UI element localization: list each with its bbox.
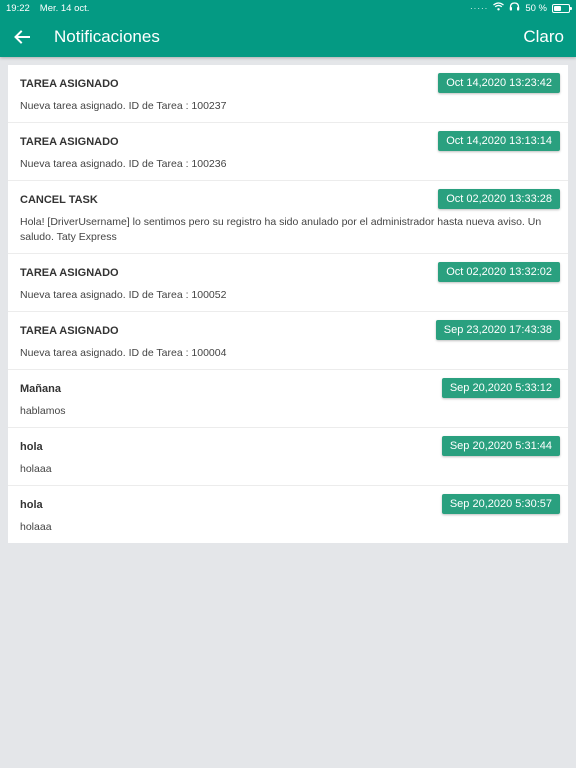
arrow-left-icon bbox=[14, 29, 30, 44]
notification-date-badge: Sep 23,2020 17:43:38 bbox=[435, 320, 560, 340]
notification-body: holaaa bbox=[20, 521, 52, 533]
back-button[interactable] bbox=[12, 27, 32, 47]
notification-header: TAREA ASIGNADO Oct 14,2020 13:23:42 bbox=[20, 73, 560, 93]
notification-body: Nueva tarea asignado. ID de Tarea : 1000… bbox=[20, 289, 227, 301]
notification-item[interactable]: TAREA ASIGNADO Sep 23,2020 17:43:38 Nueva … bbox=[8, 312, 568, 370]
notification-title: TAREA ASIGNADO bbox=[20, 136, 119, 148]
notification-body: Nueva tarea asignado. ID de Tarea : 1002… bbox=[20, 100, 227, 112]
clear-button[interactable]: Claro bbox=[523, 27, 564, 47]
notification-date-badge: Sep 20,2020 5:31:44 bbox=[441, 436, 560, 456]
notification-item[interactable]: TAREA ASIGNADO Oct 02,2020 13:32:02 Nueva … bbox=[8, 254, 568, 312]
notification-title: TAREA ASIGNADO bbox=[20, 325, 119, 337]
notification-date-badge: Sep 20,2020 5:33:12 bbox=[441, 378, 560, 398]
notification-header: hola Sep 20,2020 5:31:44 bbox=[20, 436, 560, 456]
battery-percent: 50 % bbox=[525, 2, 547, 14]
notification-body: Hola! [DriverUsername] lo sentimos pero … bbox=[20, 216, 542, 243]
status-right: ····· 50 % bbox=[470, 2, 572, 14]
notification-item[interactable]: Mañana Sep 20,2020 5:33:12 hablamos bbox=[8, 370, 568, 428]
notification-date-badge: Oct 14,2020 13:23:42 bbox=[438, 73, 560, 93]
notification-date-badge: Sep 20,2020 5:30:57 bbox=[441, 494, 560, 514]
notification-title: Mañana bbox=[20, 383, 61, 395]
status-bar: 19:22 Mer. 14 oct. ····· 50 % bbox=[0, 0, 576, 16]
notification-header: TAREA ASIGNADO Sep 23,2020 17:43:38 bbox=[20, 320, 560, 340]
notification-header: TAREA ASIGNADO Oct 14,2020 13:13:14 bbox=[20, 131, 560, 151]
notification-item[interactable]: TAREA ASIGNADO Oct 14,2020 13:23:42 Nueva … bbox=[8, 65, 568, 123]
notification-body: hablamos bbox=[20, 405, 66, 417]
notification-list: TAREA ASIGNADO Oct 14,2020 13:23:42 Nueva … bbox=[8, 65, 568, 543]
notification-title: CANCEL TASK bbox=[20, 194, 98, 206]
notification-title: TAREA ASIGNADO bbox=[20, 78, 119, 90]
battery-icon bbox=[552, 3, 572, 13]
battery-level bbox=[554, 5, 561, 11]
notification-date-badge: Oct 02,2020 13:33:28 bbox=[438, 189, 560, 209]
signal-dots-icon: ····· bbox=[470, 3, 489, 13]
notification-header: hola Sep 20,2020 5:30:57 bbox=[20, 494, 560, 514]
wifi-icon bbox=[493, 2, 505, 14]
notification-date-badge: Oct 02,2020 13:32:02 bbox=[438, 262, 560, 282]
notification-item[interactable]: hola Sep 20,2020 5:31:44 holaaa bbox=[8, 428, 568, 486]
notification-title: hola bbox=[20, 499, 43, 511]
page-title: Notificaciones bbox=[54, 26, 160, 46]
notification-body: holaaa bbox=[20, 463, 52, 475]
notification-header: CANCEL TASK Oct 02,2020 13:33:28 bbox=[20, 189, 560, 209]
notification-title: TAREA ASIGNADO bbox=[20, 267, 119, 279]
notification-item[interactable]: CANCEL TASK Oct 02,2020 13:33:28 Hola! [Dr… bbox=[8, 181, 568, 254]
notification-header: TAREA ASIGNADO Oct 02,2020 13:32:02 bbox=[20, 262, 560, 282]
notification-header: Mañana Sep 20,2020 5:33:12 bbox=[20, 378, 560, 398]
status-date: Mer. 14 oct. bbox=[39, 2, 90, 14]
app-bar: Notificaciones Claro bbox=[0, 16, 576, 57]
notification-item[interactable]: hola Sep 20,2020 5:30:57 holaaa bbox=[8, 486, 568, 543]
notification-date-badge: Oct 14,2020 13:13:14 bbox=[438, 131, 560, 151]
notification-body: Nueva tarea asignado. ID de Tarea : 1002… bbox=[20, 158, 227, 170]
status-time: 19:22 bbox=[6, 2, 30, 14]
notification-item[interactable]: TAREA ASIGNADO Oct 14,2020 13:13:14 Nueva … bbox=[8, 123, 568, 181]
headphones-icon bbox=[509, 2, 520, 14]
notification-body: Nueva tarea asignado. ID de Tarea : 1000… bbox=[20, 347, 227, 359]
notification-title: hola bbox=[20, 441, 43, 453]
